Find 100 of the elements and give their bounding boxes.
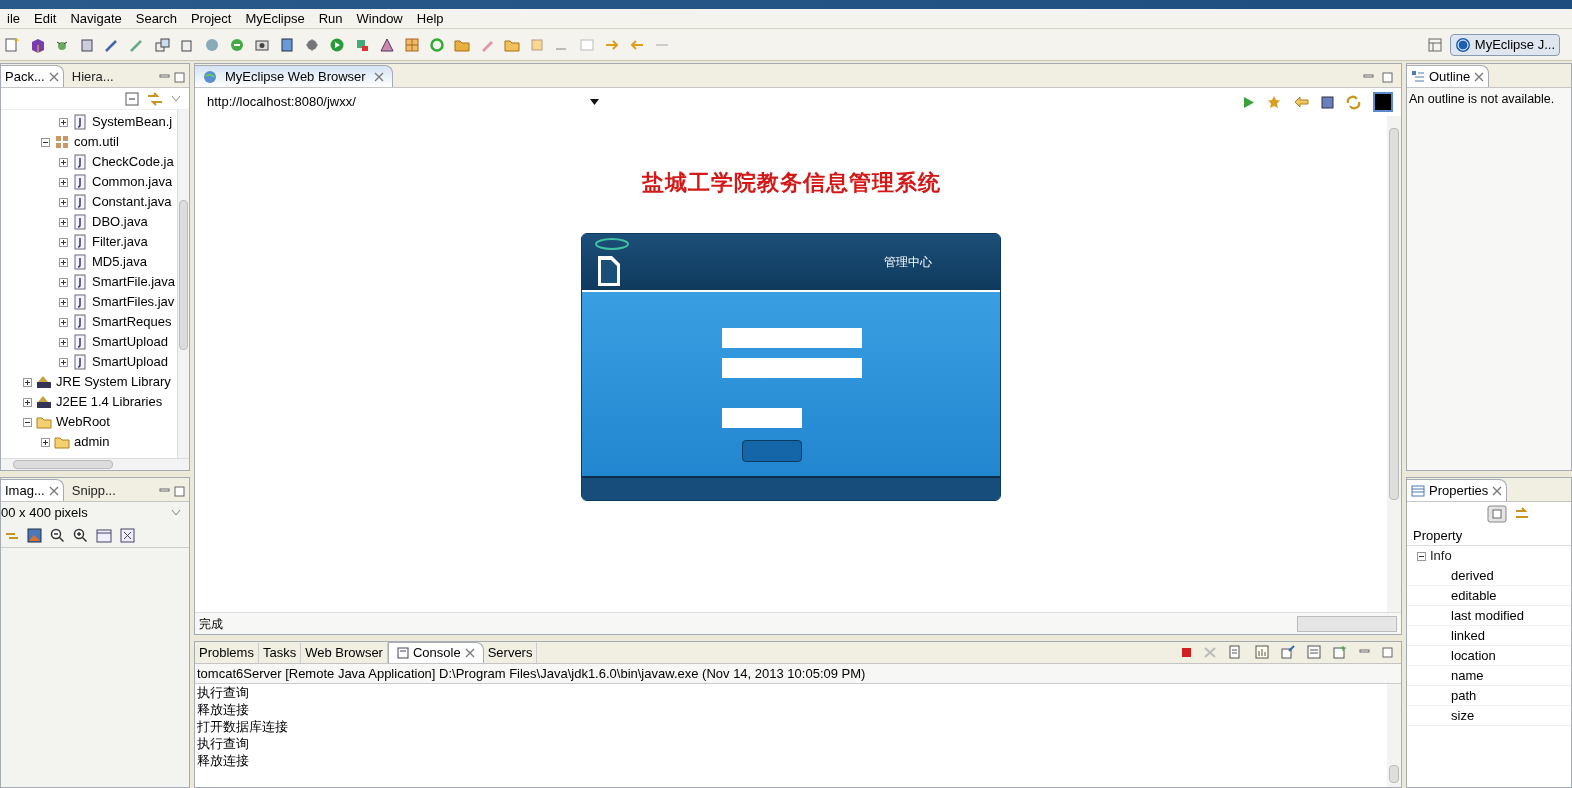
scroll-lock-icon[interactable] — [1255, 645, 1269, 659]
new-console-icon[interactable] — [1333, 645, 1347, 659]
menu-item[interactable]: ile — [0, 8, 27, 29]
expand-icon[interactable] — [59, 197, 68, 207]
tree-item[interactable]: SmartFile.java — [92, 272, 176, 292]
close-icon[interactable] — [48, 71, 59, 82]
actual-size-icon[interactable] — [96, 528, 112, 543]
expand-icon[interactable] — [23, 377, 32, 387]
zoom-in-icon[interactable] — [73, 528, 88, 543]
collapse-all-icon[interactable] — [125, 91, 139, 106]
tree-item[interactable]: Common.java — [92, 172, 173, 192]
back-arrow-icon[interactable] — [1294, 96, 1309, 108]
view-tab[interactable]: Imag... — [1, 479, 64, 501]
display-icon[interactable] — [1307, 645, 1321, 659]
expand-icon[interactable] — [59, 337, 68, 347]
tree-item[interactable]: DBO.java — [92, 212, 148, 232]
menu-item[interactable]: Run — [311, 8, 350, 29]
menu-item[interactable]: MyEclipse — [238, 8, 312, 29]
expand-icon[interactable] — [59, 237, 68, 247]
scrollbar[interactable] — [177, 110, 189, 458]
open-perspective-icon[interactable] — [1427, 37, 1442, 52]
image-icon[interactable] — [27, 528, 42, 543]
tree-item[interactable]: SmartReques — [92, 312, 172, 332]
expand-icon[interactable] — [59, 117, 68, 127]
expand-icon[interactable] — [59, 177, 68, 187]
maximize-icon[interactable] — [1382, 72, 1393, 83]
maximize-icon[interactable] — [1382, 646, 1393, 658]
maximize-icon[interactable] — [174, 72, 185, 83]
menu-item[interactable]: Edit — [27, 8, 64, 29]
tree-item[interactable]: WebRoot — [56, 412, 110, 432]
input-field[interactable] — [722, 408, 802, 428]
expand-icon[interactable] — [23, 397, 32, 407]
menu-item[interactable]: Help — [409, 8, 451, 29]
tree-item[interactable]: SmartUpload — [92, 332, 168, 352]
collapse-icon[interactable] — [23, 417, 32, 427]
cube-icon[interactable] — [29, 36, 45, 53]
new-icon[interactable] — [4, 36, 20, 53]
expand-icon[interactable] — [59, 217, 68, 227]
menu-item[interactable]: Window — [349, 8, 410, 29]
view-menu-icon[interactable] — [171, 94, 181, 103]
terminate-icon[interactable] — [1181, 646, 1192, 658]
expand-icon[interactable] — [59, 317, 68, 327]
expand-icon[interactable] — [59, 257, 68, 267]
fit-icon[interactable] — [120, 528, 135, 543]
view-tab[interactable]: Console — [387, 642, 484, 663]
tree-item[interactable]: J2EE 1.4 Libraries — [56, 392, 163, 412]
menu-item[interactable]: Search — [128, 8, 184, 29]
menu-item[interactable]: Project — [183, 8, 239, 29]
view-tab[interactable]: Servers — [483, 643, 538, 663]
go-icon[interactable] — [1243, 95, 1255, 109]
close-icon[interactable] — [464, 648, 475, 658]
menu-item[interactable]: Navigate — [63, 8, 129, 29]
tree-item[interactable]: Constant.java — [92, 192, 172, 212]
tree-item[interactable]: SystemBean.j — [92, 112, 173, 132]
view-tab[interactable]: Web Browser — [301, 643, 388, 663]
tree-item[interactable]: JRE System Library — [56, 372, 171, 392]
tree-item[interactable]: admin — [74, 432, 110, 452]
run-icon[interactable] — [329, 36, 345, 53]
tree-item[interactable]: com.util — [74, 132, 119, 152]
tree-item[interactable]: SmartFiles.jav — [92, 292, 175, 312]
close-icon[interactable] — [1492, 485, 1503, 496]
perspective-button[interactable]: MyEclipse J... — [1449, 33, 1560, 56]
tree-item[interactable]: Filter.java — [92, 232, 148, 252]
horizontal-scrollbar[interactable] — [1, 458, 189, 470]
tree-item[interactable]: MD5.java — [92, 252, 147, 272]
view-tab[interactable]: Pack... — [1, 65, 64, 87]
editor-tab[interactable]: MyEclipse Web Browser — [195, 65, 393, 87]
view-tab[interactable]: Problems — [195, 643, 259, 663]
maximize-icon[interactable] — [174, 486, 185, 497]
categories-icon[interactable] — [1487, 505, 1507, 523]
grid-icon[interactable] — [404, 36, 420, 53]
tree-item[interactable]: SmartUpload — [92, 352, 168, 372]
input-field[interactable] — [722, 328, 862, 348]
collapse-icon[interactable] — [41, 137, 50, 147]
star-icon[interactable] — [1267, 95, 1282, 109]
close-icon[interactable] — [1474, 71, 1485, 82]
expand-icon[interactable] — [59, 297, 68, 307]
tree-item[interactable]: CheckCode.ja — [92, 152, 174, 172]
pin-icon[interactable] — [1281, 645, 1295, 659]
outline-tab[interactable]: Outline — [1407, 65, 1490, 87]
login-button[interactable] — [742, 440, 802, 462]
clear-console-icon[interactable] — [1229, 645, 1243, 659]
expand-icon[interactable] — [59, 157, 68, 167]
expand-icon[interactable] — [41, 437, 50, 447]
view-tab[interactable]: Snipp... — [63, 481, 124, 501]
view-tab[interactable]: Hiera... — [63, 67, 122, 87]
scrollbar[interactable] — [1387, 116, 1401, 612]
collapse-icon[interactable] — [1417, 551, 1426, 561]
properties-tab[interactable]: Properties — [1407, 479, 1508, 501]
expand-icon[interactable] — [59, 357, 68, 367]
scrollbar[interactable] — [1387, 684, 1401, 787]
view-menu-icon[interactable] — [171, 509, 181, 517]
stop-icon[interactable] — [1321, 95, 1334, 109]
link-icon[interactable] — [147, 91, 163, 106]
input-field[interactable] — [722, 358, 862, 378]
close-icon[interactable] — [373, 71, 384, 82]
zoom-out-icon[interactable] — [50, 528, 65, 543]
expand-icon[interactable] — [59, 277, 68, 287]
property-category[interactable]: Info — [1430, 546, 1452, 566]
close-icon[interactable] — [48, 485, 59, 496]
